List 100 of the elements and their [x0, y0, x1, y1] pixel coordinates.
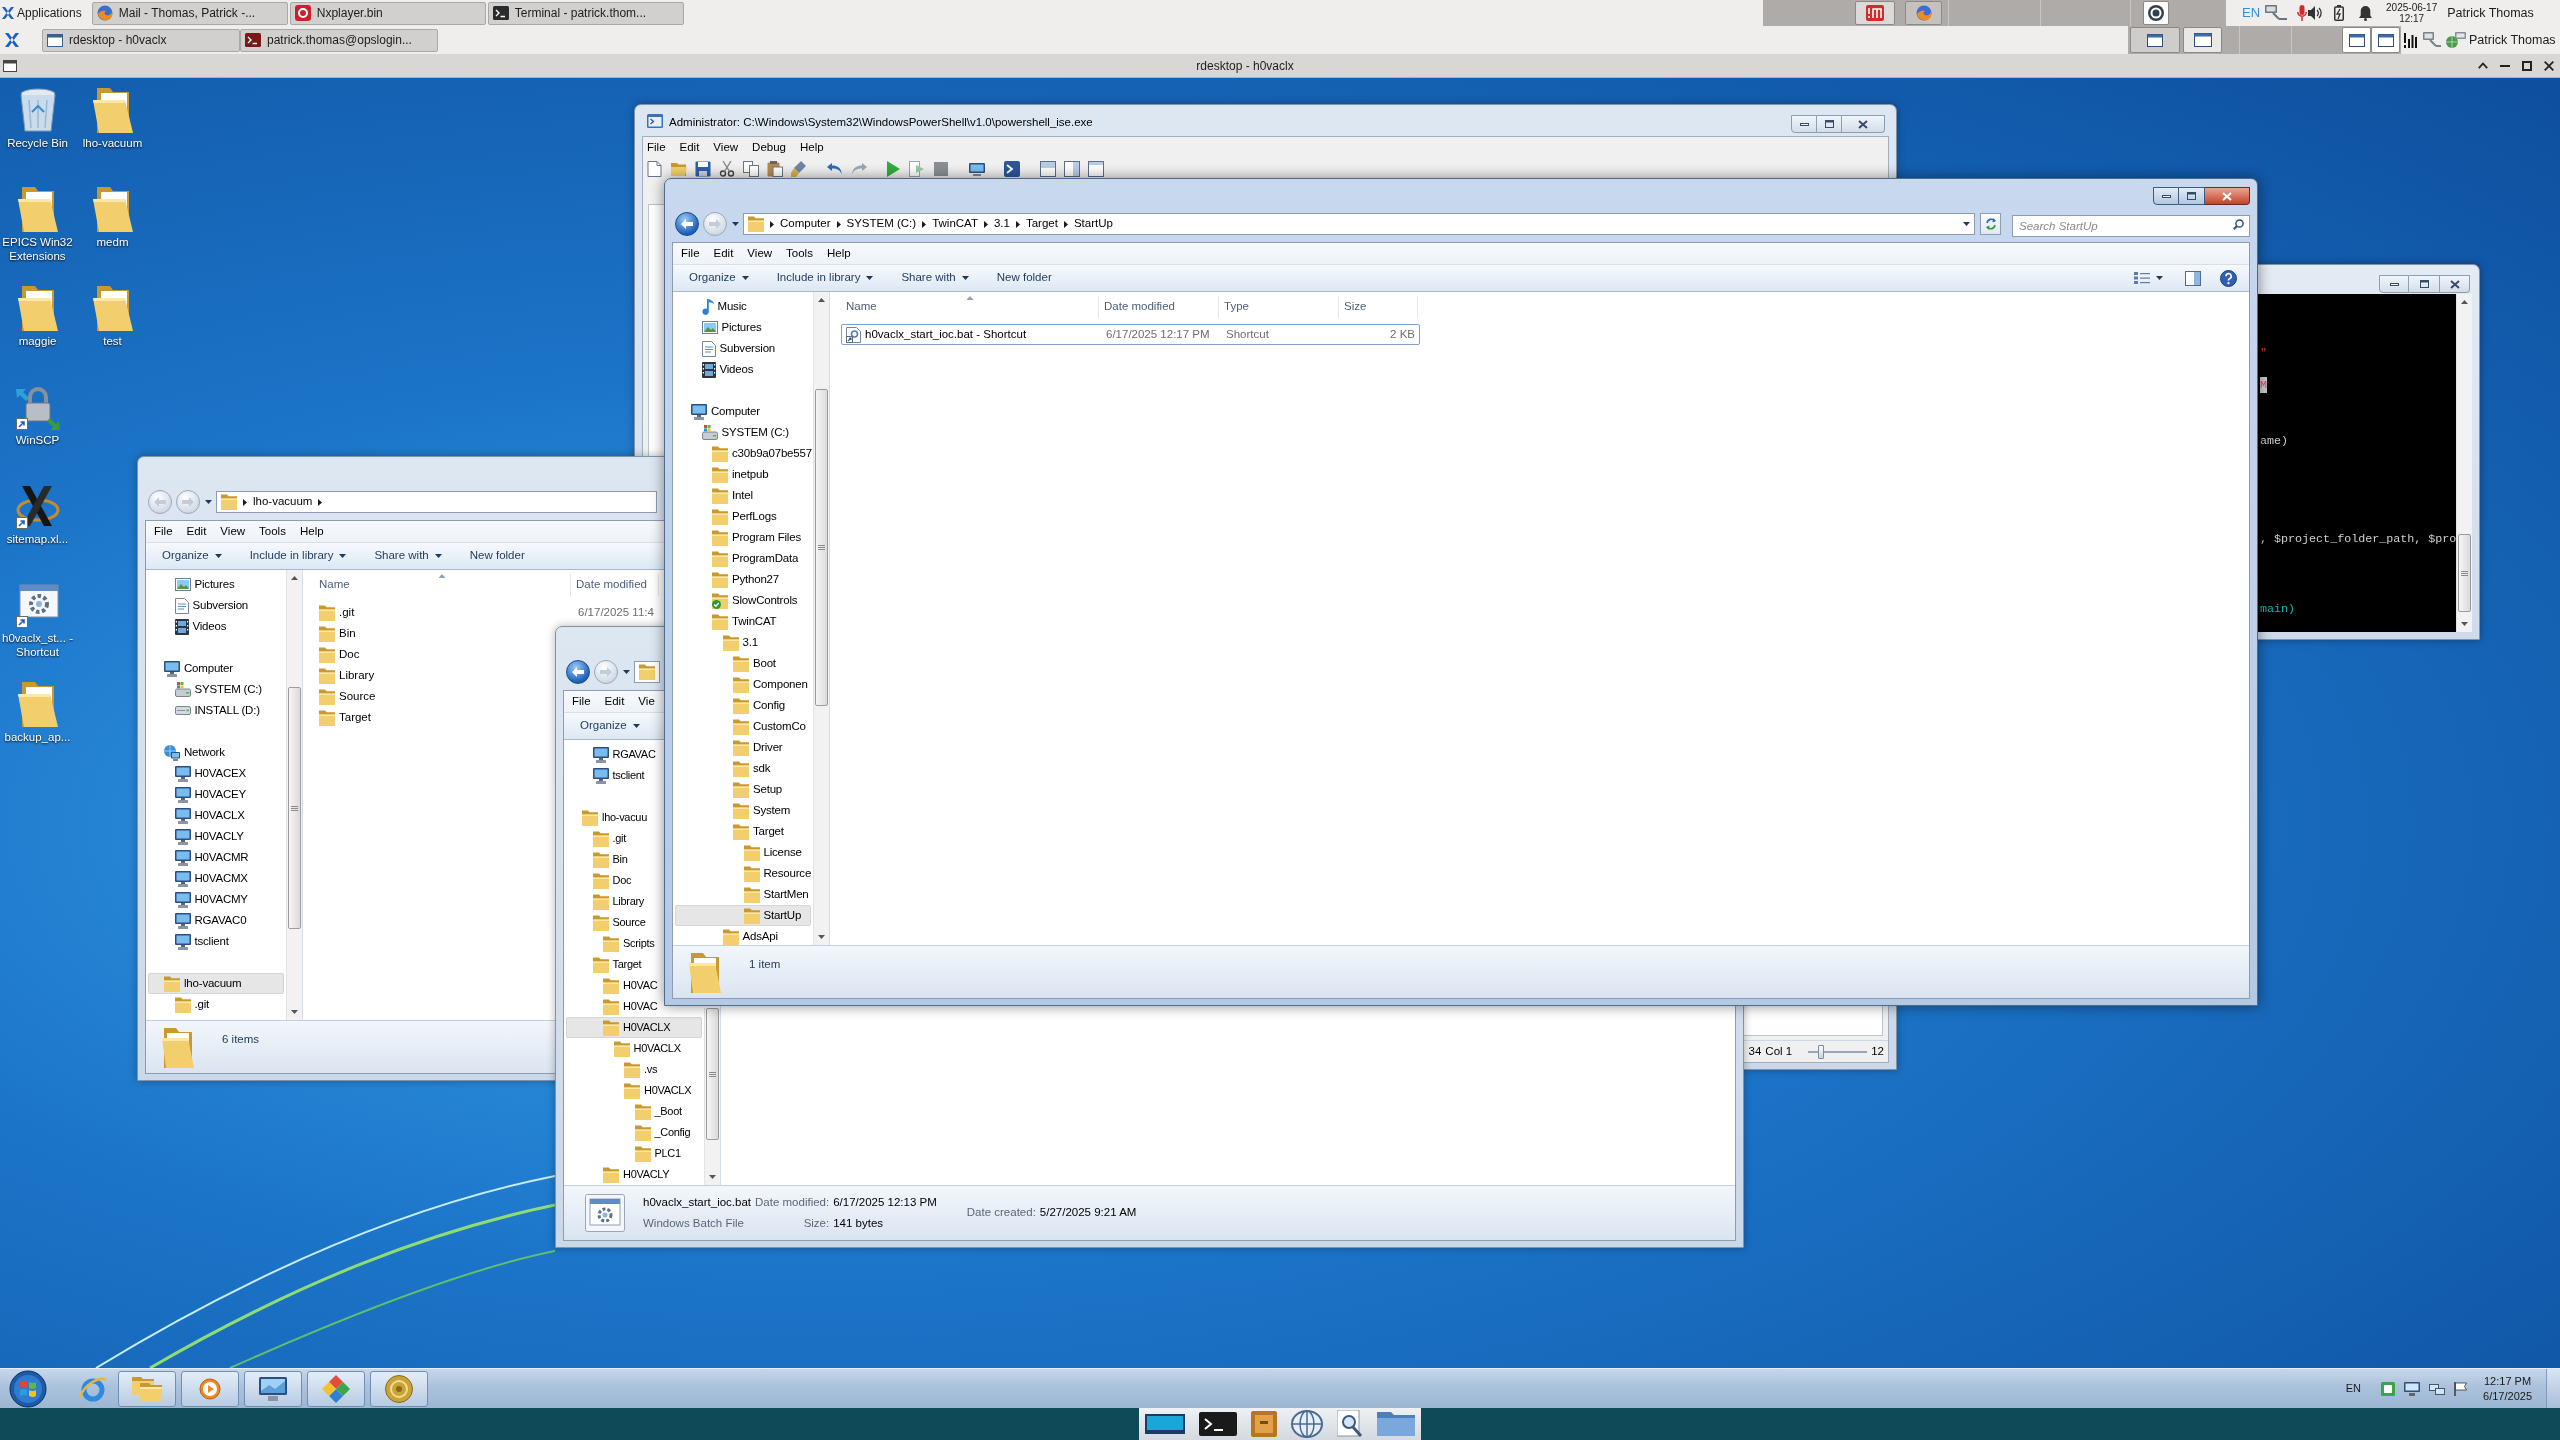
minimize-button[interactable] [2379, 275, 2409, 293]
search-field[interactable]: Search StartUp [2012, 215, 2250, 237]
nav-item[interactable]: RGAVAC0 [173, 910, 250, 931]
list-view-icon[interactable] [2134, 272, 2150, 284]
nav-item[interactable]: Pictures [700, 317, 765, 338]
column-header[interactable]: Name [841, 296, 1099, 318]
nav-item[interactable]: Pictures [173, 574, 238, 595]
minimize-button[interactable] [2153, 187, 2179, 205]
caret-down-icon[interactable] [732, 222, 739, 226]
nav-item[interactable]: H0VAC [602, 996, 661, 1017]
nav-item[interactable]: Resource [742, 863, 815, 884]
breadcrumb-item[interactable]: Computer [780, 215, 831, 233]
menu-item[interactable]: View [747, 244, 773, 263]
nav-item[interactable]: Driver [732, 737, 786, 758]
desktop-shortcut[interactable]: EPICS Win32 Extensions [0, 185, 75, 263]
nav-item[interactable]: H0VACMY [173, 889, 251, 910]
nav-item[interactable]: Network [163, 742, 228, 763]
nav-item[interactable]: .git [173, 994, 213, 1015]
refresh-button[interactable] [1980, 213, 2001, 235]
column-header[interactable]: Name [314, 574, 571, 596]
network-icon[interactable] [2429, 1381, 2446, 1396]
nav-item[interactable]: Subversion [700, 338, 779, 359]
window-button[interactable]: rdesktop - h0vaclx [42, 28, 240, 52]
cut-icon[interactable] [719, 161, 735, 177]
nav-item[interactable]: Boot [732, 653, 779, 674]
nav-item[interactable]: SYSTEM (C:) [700, 422, 792, 443]
stop-icon[interactable] [933, 161, 949, 177]
nav-item[interactable]: lho-vacuu [581, 807, 650, 828]
maximize-button[interactable] [2409, 275, 2440, 293]
caret-down-icon[interactable] [2156, 276, 2163, 280]
menu-item[interactable]: File [647, 138, 666, 157]
nav-item[interactable]: H0VAC [602, 975, 661, 996]
menu-item[interactable]: Help [299, 522, 324, 541]
screen-icon[interactable] [1145, 1414, 1185, 1434]
close-icon[interactable] [2544, 60, 2554, 71]
nav-item[interactable]: H0VACEY [173, 784, 249, 805]
maximize-button[interactable] [2179, 187, 2205, 205]
window-button[interactable]: Nxplayer.bin [289, 1, 486, 25]
toolbar-button[interactable]: Organize [148, 545, 236, 567]
language-indicator[interactable]: EN [2345, 1380, 2362, 1397]
panel-button[interactable] [2143, 1, 2169, 25]
terminal-icon[interactable] [1199, 1412, 1237, 1436]
nav-item[interactable]: SYSTEM (C:) [173, 679, 265, 700]
nav-item[interactable]: Doc [591, 870, 635, 891]
prompt-icon[interactable] [1004, 161, 1020, 177]
nav-item[interactable]: _Config [633, 1122, 694, 1143]
nav-item[interactable]: Program Files [711, 527, 804, 548]
nav-item[interactable]: Music [700, 296, 750, 317]
nav-item[interactable]: Componen [732, 674, 811, 695]
folder-icon[interactable] [1377, 1412, 1415, 1436]
address-bar[interactable]: Computer SYSTEM (C:) TwinCAT 3.1 Target StartUp [743, 213, 1975, 235]
column-header[interactable]: Type [1219, 296, 1339, 318]
panel-button[interactable] [2342, 27, 2371, 53]
nav-item[interactable]: AdsApi [721, 926, 781, 945]
nav-item[interactable]: H0VACLY [602, 1164, 673, 1185]
nav-item[interactable]: StartMen [742, 884, 812, 905]
menu-item[interactable]: Help [826, 244, 851, 263]
nav-item[interactable]: ProgramData [711, 548, 802, 569]
maximize-icon[interactable] [2522, 60, 2532, 71]
nav-item[interactable]: Source [591, 912, 649, 933]
nav-item[interactable]: Videos [173, 616, 230, 637]
toolbar-button[interactable]: Organize [566, 715, 654, 737]
desktop-shortcut[interactable]: WinSCP [0, 383, 75, 447]
globe-icon[interactable] [1291, 1410, 1323, 1438]
clock[interactable]: 12:17 PM 6/17/2025 [2483, 1373, 2532, 1404]
zoom-slider[interactable] [1808, 1044, 1868, 1059]
nav-item[interactable]: Target [591, 954, 645, 975]
nav-item[interactable]: H0VACLY [173, 826, 247, 847]
help-icon[interactable] [2220, 269, 2237, 287]
nav-item[interactable]: Subversion [173, 595, 252, 616]
slider-thumb[interactable] [1818, 1044, 1825, 1059]
desktop-shortcut[interactable]: lho-vacuum [75, 86, 150, 150]
breadcrumb-item[interactable]: Target [1025, 215, 1058, 233]
menu-item[interactable]: Edit [679, 138, 700, 157]
breadcrumb-item[interactable]: TwinCAT [932, 215, 978, 233]
column-header[interactable]: Size [1339, 296, 1418, 318]
search-icon[interactable] [1337, 1410, 1363, 1438]
save-icon[interactable] [695, 161, 711, 177]
panel-button[interactable] [2371, 27, 2400, 53]
desktop-shortcut[interactable]: h0vaclx_st... - Shortcut [0, 581, 75, 659]
nav-item[interactable]: H0VACLX [623, 1080, 695, 1101]
breadcrumb-item[interactable]: StartUp [1073, 215, 1113, 233]
menu-item[interactable]: File [154, 522, 173, 541]
taskbar-button[interactable] [370, 1370, 428, 1407]
back-button[interactable] [566, 660, 590, 684]
breadcrumb-item[interactable]: lho-vacuum [253, 493, 313, 511]
maximize-button[interactable] [1817, 115, 1842, 133]
menu-item[interactable]: File [572, 692, 591, 711]
nav-item[interactable]: SlowControls [711, 590, 801, 611]
layout-right-icon[interactable] [1064, 161, 1080, 177]
x-logo-icon[interactable] [5, 33, 19, 47]
nav-item[interactable]: Target [732, 821, 787, 842]
nav-item[interactable]: H0VACLX [566, 1017, 702, 1038]
panel-button[interactable] [2183, 27, 2222, 53]
nav-item[interactable]: H0VACLX [612, 1038, 684, 1059]
nav-item[interactable]: 3.1 [721, 632, 761, 653]
address-bar[interactable]: lho-vacuum [216, 491, 657, 513]
desktop-shortcut[interactable]: Recycle Bin [0, 86, 75, 150]
toolbar-button[interactable]: New folder [982, 267, 1066, 289]
window-button[interactable]: patrick.thomas@opslogin... [240, 28, 438, 52]
